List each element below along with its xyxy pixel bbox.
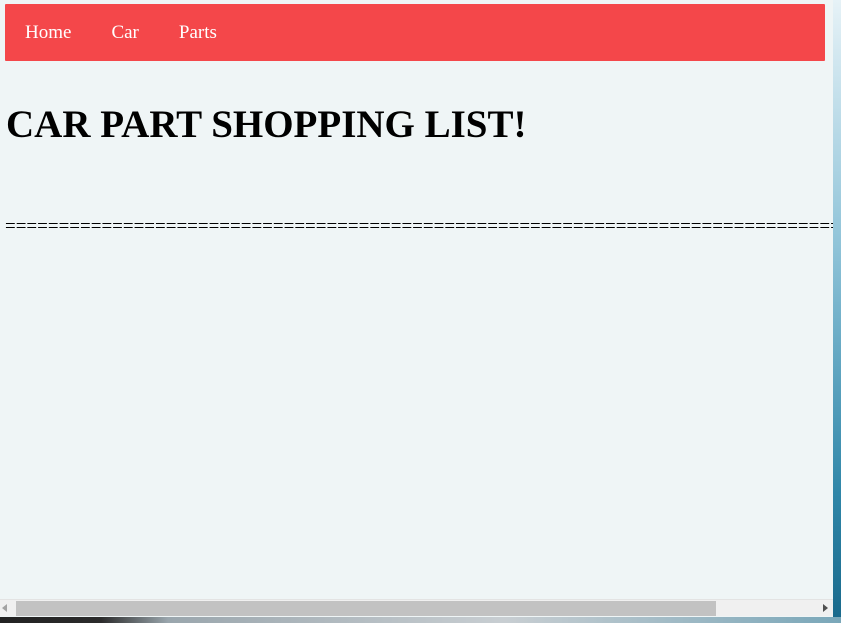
horizontal-scrollbar[interactable] — [0, 599, 833, 616]
desktop-background-edge — [833, 0, 841, 617]
scroll-thumb[interactable] — [16, 601, 716, 616]
desktop-taskbar-strip — [0, 617, 841, 623]
nav-link-car[interactable]: Car — [111, 4, 138, 61]
scroll-right-arrow-icon[interactable] — [823, 604, 828, 612]
browser-window: Home Car Parts CAR PART SHOPPING LIST! =… — [0, 0, 833, 617]
page-title: CAR PART SHOPPING LIST! — [6, 103, 527, 146]
nav-link-home[interactable]: Home — [25, 4, 71, 61]
nav-link-parts[interactable]: Parts — [179, 4, 217, 61]
top-navbar: Home Car Parts — [5, 4, 825, 61]
scroll-left-arrow-icon[interactable] — [2, 604, 7, 612]
separator-line: ========================================… — [5, 216, 833, 237]
